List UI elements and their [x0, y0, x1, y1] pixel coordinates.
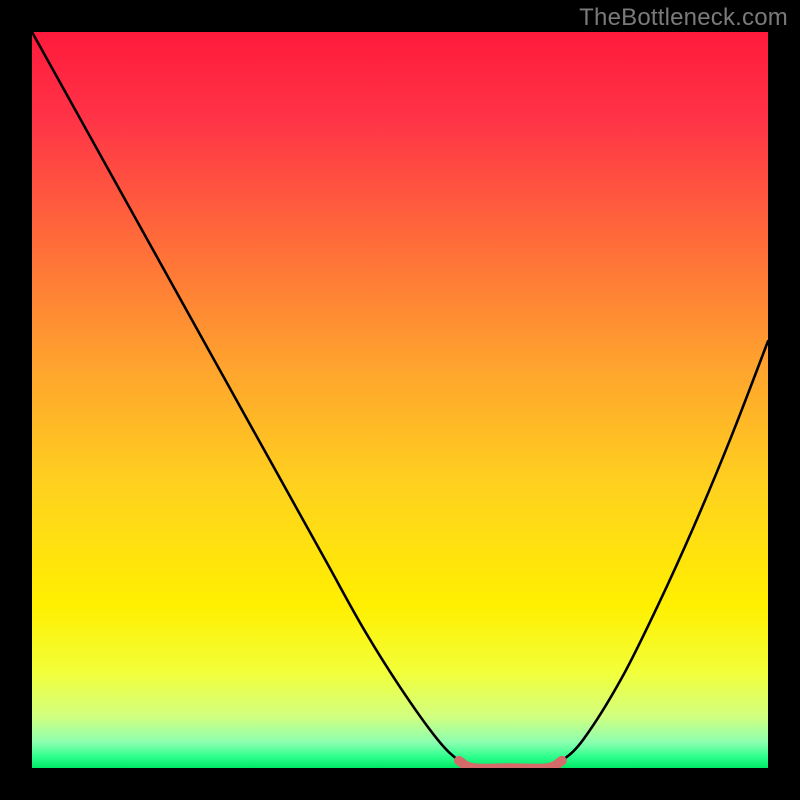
plot-area — [32, 32, 768, 768]
bottleneck-curve-path — [32, 32, 768, 768]
watermark-text: TheBottleneck.com — [579, 4, 788, 32]
optimal-range-marker-path — [459, 761, 562, 768]
chart-frame: TheBottleneck.com — [0, 0, 800, 800]
chart-svg — [32, 32, 768, 768]
